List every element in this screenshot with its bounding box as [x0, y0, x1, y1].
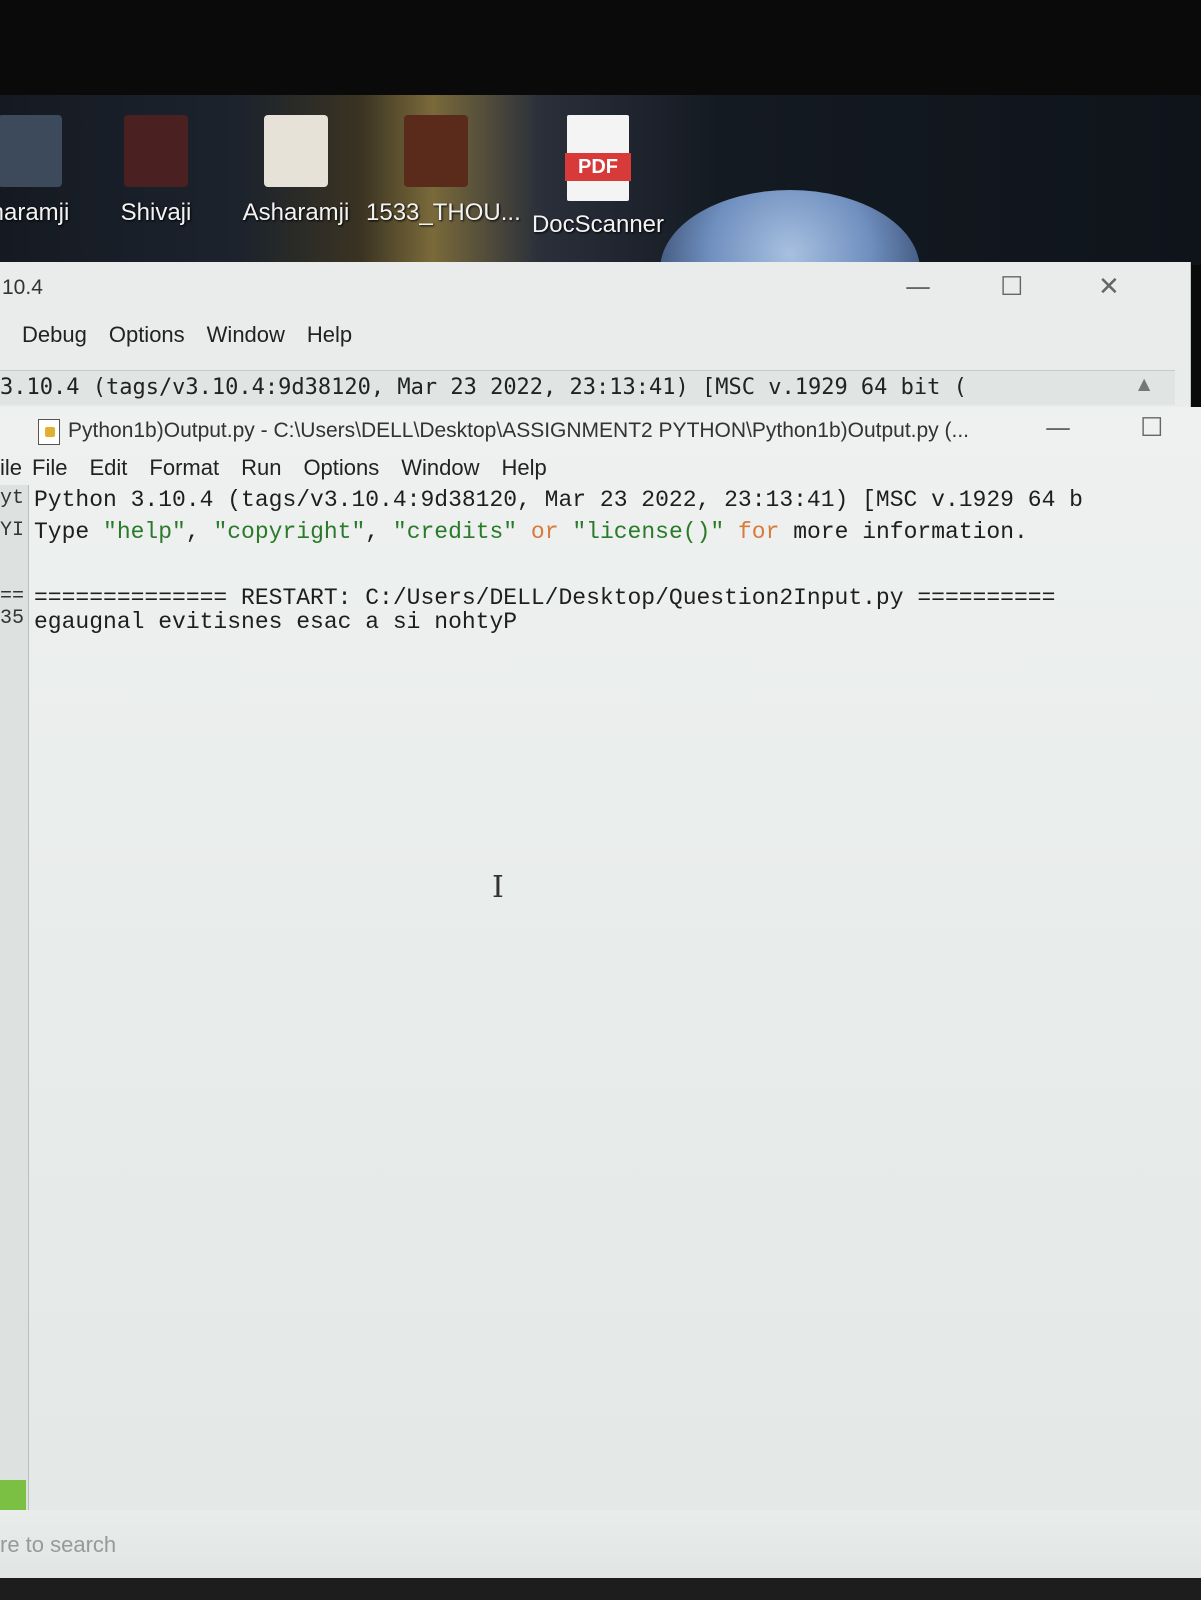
screen-bottom-edge	[0, 1578, 1201, 1600]
desktop-icon-label: Shivaji	[120, 199, 192, 226]
window-title: Python1b)Output.py - C:\Users\DELL\Deskt…	[68, 419, 970, 442]
info-text: ,	[365, 519, 393, 545]
shell-banner-line: Python 3.10.4 (tags/v3.10.4:9d38120, Mar…	[34, 487, 1083, 513]
desktop-icon-label: DocScanner	[531, 211, 665, 238]
shortcut-icon	[124, 115, 188, 187]
maximize-button[interactable]: ☐	[1000, 272, 1023, 302]
close-button[interactable]: ✕	[1098, 272, 1120, 302]
desktop-icon-shivaji[interactable]: Shivaji	[86, 115, 226, 227]
desktop-icon-docscanner[interactable]: PDF DocScanner	[528, 115, 668, 239]
menu-window[interactable]: Window	[207, 322, 285, 348]
menu-edit[interactable]: Edit	[89, 455, 127, 481]
info-string: "license()"	[572, 519, 725, 545]
maximize-button[interactable]: ☐	[1140, 413, 1163, 443]
program-output-line: egaugnal evitisnes esac a si nohtyP	[34, 609, 518, 635]
info-string: "copyright"	[213, 519, 366, 545]
shell-info-line: Type "help", "copyright", "credits" or "…	[34, 519, 1028, 545]
desktop-icon-asharamji[interactable]: Asharamji	[226, 115, 366, 227]
folder-icon	[0, 115, 62, 187]
menu-options[interactable]: Options	[109, 322, 185, 348]
desktop-wallpaper: haramji Shivaji Asharamji 1533_THOU... P…	[0, 95, 1201, 265]
gutter-mark: 35	[0, 607, 25, 630]
desktop-icon-label: haramji	[0, 199, 70, 226]
desktop-icon-1533[interactable]: 1533_THOU...	[366, 115, 521, 227]
window-titlebar: Python1b)Output.py - C:\Users\DELL\Deskt…	[0, 407, 1201, 455]
menu-help[interactable]: Help	[307, 322, 352, 348]
video-icon	[404, 115, 468, 187]
shell-text-area[interactable]: Python 3.10.4 (tags/v3.10.4:9d38120, Mar…	[30, 485, 1201, 1535]
info-string: "help"	[103, 519, 186, 545]
scroll-up-arrow-icon[interactable]: ▲	[1138, 374, 1160, 400]
info-keyword: or	[517, 519, 573, 545]
desktop-icon-label: 1533_THOU...	[366, 199, 521, 226]
menu-run[interactable]: Run	[241, 455, 281, 481]
menu-format[interactable]: Format	[149, 455, 219, 481]
menu-window[interactable]: Window	[401, 455, 479, 481]
line-gutter: yt YI == 35	[0, 485, 29, 1515]
idle-shell-window-back[interactable]: 10.4 — ☐ ✕ Debug Options Window Help 3.1…	[0, 262, 1191, 407]
info-text: more information.	[779, 519, 1028, 545]
gutter-mark: yt	[0, 487, 25, 510]
gutter-mark: ==	[0, 585, 25, 608]
python-file-icon	[38, 419, 60, 445]
text-cursor-icon: I	[492, 870, 504, 905]
menu-file-partial[interactable]: ile	[0, 455, 22, 481]
minimize-button[interactable]: —	[1045, 413, 1071, 443]
desktop-icon-label: Asharamji	[242, 199, 350, 226]
menu-help[interactable]: Help	[502, 455, 547, 481]
info-text: ,	[185, 519, 214, 545]
window-title: 10.4	[2, 276, 43, 299]
info-text: Type	[34, 519, 104, 545]
menubar: Debug Options Window Help	[22, 322, 352, 348]
image-icon	[264, 115, 328, 187]
pdf-badge: PDF	[565, 153, 631, 181]
idle-shell-window-front[interactable]: Python1b)Output.py - C:\Users\DELL\Deskt…	[0, 407, 1201, 1600]
restart-line: ============== RESTART: C:/Users/DELL/De…	[34, 585, 1056, 611]
minimize-button[interactable]: —	[905, 272, 931, 302]
menu-debug[interactable]: Debug	[22, 322, 87, 348]
menubar: ile File Edit Format Run Options Window …	[0, 455, 547, 481]
pdf-icon: PDF	[565, 115, 631, 201]
desktop-icon-haramji[interactable]: haramji	[0, 115, 100, 227]
menu-file[interactable]: File	[32, 455, 67, 481]
gutter-mark: YI	[0, 519, 25, 542]
info-keyword: for	[724, 519, 780, 545]
info-string: "credits"	[392, 519, 518, 545]
wallpaper-planet	[660, 190, 920, 265]
menu-options[interactable]: Options	[303, 455, 379, 481]
shell-banner-line: 3.10.4 (tags/v3.10.4:9d38120, Mar 23 202…	[0, 370, 1175, 405]
taskbar-search-box[interactable]: re to search	[0, 1532, 116, 1558]
